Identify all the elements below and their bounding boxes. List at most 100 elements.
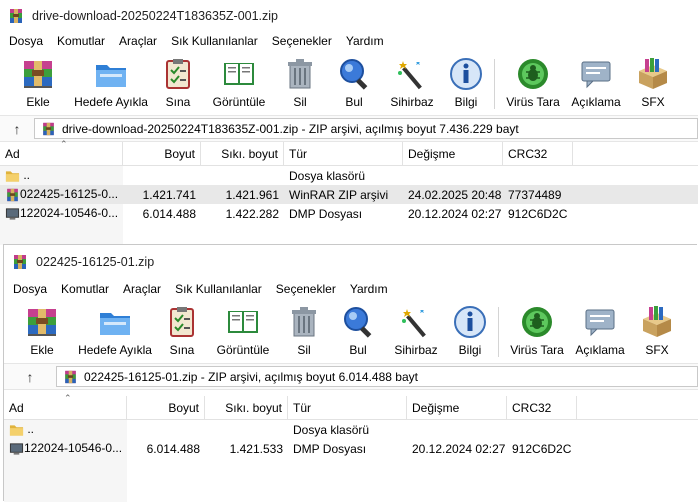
path-field[interactable]: 022425-16125-01.zip - ZIP arşivi, açılmı… — [56, 366, 698, 387]
virus-scan-icon — [516, 57, 550, 91]
winrar-icon — [8, 8, 24, 24]
up-arrow-icon[interactable]: ↑ — [0, 121, 34, 137]
menu-sik-kullanilanlar[interactable]: Sık Kullanılanlar — [168, 282, 269, 296]
col-type[interactable]: Tür — [284, 142, 403, 166]
find-icon — [337, 57, 371, 91]
list-item[interactable]: 122024-10546-0... 6.014.488 1.422.282 DM… — [0, 204, 698, 223]
col-size[interactable]: Boyut — [127, 396, 205, 420]
menu-komutlar[interactable]: Komutlar — [50, 34, 112, 48]
menu-yardim[interactable]: Yardım — [339, 34, 391, 48]
wizard-icon — [395, 57, 429, 91]
menu-dosya[interactable]: Dosya — [6, 282, 54, 296]
extract-icon — [94, 57, 128, 91]
wizard-icon — [399, 305, 433, 339]
title-bar[interactable]: 022425-16125-01.zip — [4, 245, 698, 279]
menu-dosya[interactable]: Dosya — [2, 34, 50, 48]
menu-komutlar[interactable]: Komutlar — [54, 282, 116, 296]
delete-icon — [287, 305, 321, 339]
sfx-icon — [640, 305, 674, 339]
add-icon — [25, 305, 59, 339]
virus-scan-button[interactable]: Virüs Tara — [499, 55, 567, 115]
extract-icon — [98, 305, 132, 339]
col-size[interactable]: Boyut — [123, 142, 201, 166]
folder-icon — [5, 169, 20, 183]
address-bar: ↑ drive-download-20250224T183635Z-001.zi… — [0, 115, 698, 142]
archive-window-main: drive-download-20250224T183635Z-001.zip … — [0, 0, 698, 245]
col-type[interactable]: Tür — [288, 396, 407, 420]
address-bar: ↑ 022425-16125-01.zip - ZIP arşivi, açıl… — [4, 363, 698, 390]
test-button[interactable]: Sına — [156, 303, 208, 363]
path-text: 022425-16125-01.zip - ZIP arşivi, açılmı… — [84, 369, 418, 384]
find-icon — [341, 305, 375, 339]
col-modified[interactable]: Değişme — [407, 396, 507, 420]
toolbar: Ekle Hedefe Ayıkla Sına Görüntüle Sil Bu… — [4, 299, 698, 363]
column-header: ⌃ Ad Boyut Sıkı. boyut Tür Değişme CRC32 — [4, 393, 698, 420]
delete-icon — [283, 57, 317, 91]
sort-caret-icon: ⌃ — [64, 393, 72, 403]
col-packed[interactable]: Sıkı. boyut — [205, 396, 288, 420]
menu-secenekler[interactable]: Seçenekler — [269, 282, 343, 296]
virus-scan-button[interactable]: Virüs Tara — [503, 303, 571, 363]
info-button[interactable]: Bilgi — [442, 55, 490, 115]
menu-sik-kullanilanlar[interactable]: Sık Kullanılanlar — [164, 34, 265, 48]
delete-button[interactable]: Sil — [278, 303, 330, 363]
menu-araclar[interactable]: Araçlar — [112, 34, 164, 48]
view-button[interactable]: Görüntüle — [208, 303, 278, 363]
view-button[interactable]: Görüntüle — [204, 55, 274, 115]
comment-icon — [579, 57, 613, 91]
list-item[interactable]: .. Dosya klasörü — [4, 420, 698, 439]
title-bar[interactable]: drive-download-20250224T183635Z-001.zip — [0, 0, 698, 31]
archive-window-nested: 022425-16125-01.zip Dosya Komutlar Araçl… — [4, 245, 698, 502]
wizard-button[interactable]: Sihirbaz — [382, 55, 442, 115]
add-button[interactable]: Ekle — [10, 303, 74, 363]
sfx-button[interactable]: SFX — [629, 303, 685, 363]
find-button[interactable]: Bul — [326, 55, 382, 115]
col-crc[interactable]: CRC32 — [503, 142, 573, 166]
sfx-icon — [636, 57, 670, 91]
info-icon — [453, 305, 487, 339]
menu-araclar[interactable]: Araçlar — [116, 282, 168, 296]
menu-secenekler[interactable]: Seçenekler — [265, 34, 339, 48]
view-icon — [226, 305, 260, 339]
toolbar-separator — [494, 59, 495, 109]
delete-button[interactable]: Sil — [274, 55, 326, 115]
dmp-file-icon — [9, 442, 24, 456]
path-field[interactable]: drive-download-20250224T183635Z-001.zip … — [34, 118, 698, 139]
info-icon — [449, 57, 483, 91]
test-icon — [165, 305, 199, 339]
comment-icon — [583, 305, 617, 339]
test-icon — [161, 57, 195, 91]
list-item[interactable]: 122024-10546-0... 6.014.488 1.421.533 DM… — [4, 439, 698, 458]
up-arrow-icon[interactable]: ↑ — [4, 369, 56, 385]
test-button[interactable]: Sına — [152, 55, 204, 115]
column-header: ⌃ Ad Boyut Sıkı. boyut Tür Değişme CRC32 — [0, 139, 698, 166]
toolbar: Ekle Hedefe Ayıkla Sına Görüntüle Sil Bu… — [0, 51, 698, 115]
extract-button[interactable]: Hedefe Ayıkla — [70, 55, 152, 115]
winrar-icon — [5, 188, 20, 202]
comment-button[interactable]: Açıklama — [567, 55, 625, 115]
col-modified[interactable]: Değişme — [403, 142, 503, 166]
path-text: drive-download-20250224T183635Z-001.zip … — [62, 121, 519, 136]
extract-button[interactable]: Hedefe Ayıkla — [74, 303, 156, 363]
list-item[interactable]: 022425-16125-0... 1.421.741 1.421.961 Wi… — [0, 185, 698, 204]
wizard-button[interactable]: Sihirbaz — [386, 303, 446, 363]
sfx-button[interactable]: SFX — [625, 55, 681, 115]
list-item[interactable]: .. Dosya klasörü — [0, 166, 698, 185]
col-packed[interactable]: Sıkı. boyut — [201, 142, 284, 166]
info-button[interactable]: Bilgi — [446, 303, 494, 363]
add-icon — [21, 57, 55, 91]
folder-icon — [9, 423, 24, 437]
add-button[interactable]: Ekle — [6, 55, 70, 115]
col-crc[interactable]: CRC32 — [507, 396, 577, 420]
winrar-icon — [41, 122, 56, 136]
sort-caret-icon: ⌃ — [60, 139, 68, 149]
comment-button[interactable]: Açıklama — [571, 303, 629, 363]
menu-bar: Dosya Komutlar Araçlar Sık Kullanılanlar… — [0, 31, 698, 51]
menu-yardim[interactable]: Yardım — [343, 282, 395, 296]
dmp-file-icon — [5, 207, 20, 221]
window-title: 022425-16125-01.zip — [36, 255, 155, 269]
toolbar-separator — [498, 307, 499, 357]
find-button[interactable]: Bul — [330, 303, 386, 363]
view-icon — [222, 57, 256, 91]
virus-scan-icon — [520, 305, 554, 339]
